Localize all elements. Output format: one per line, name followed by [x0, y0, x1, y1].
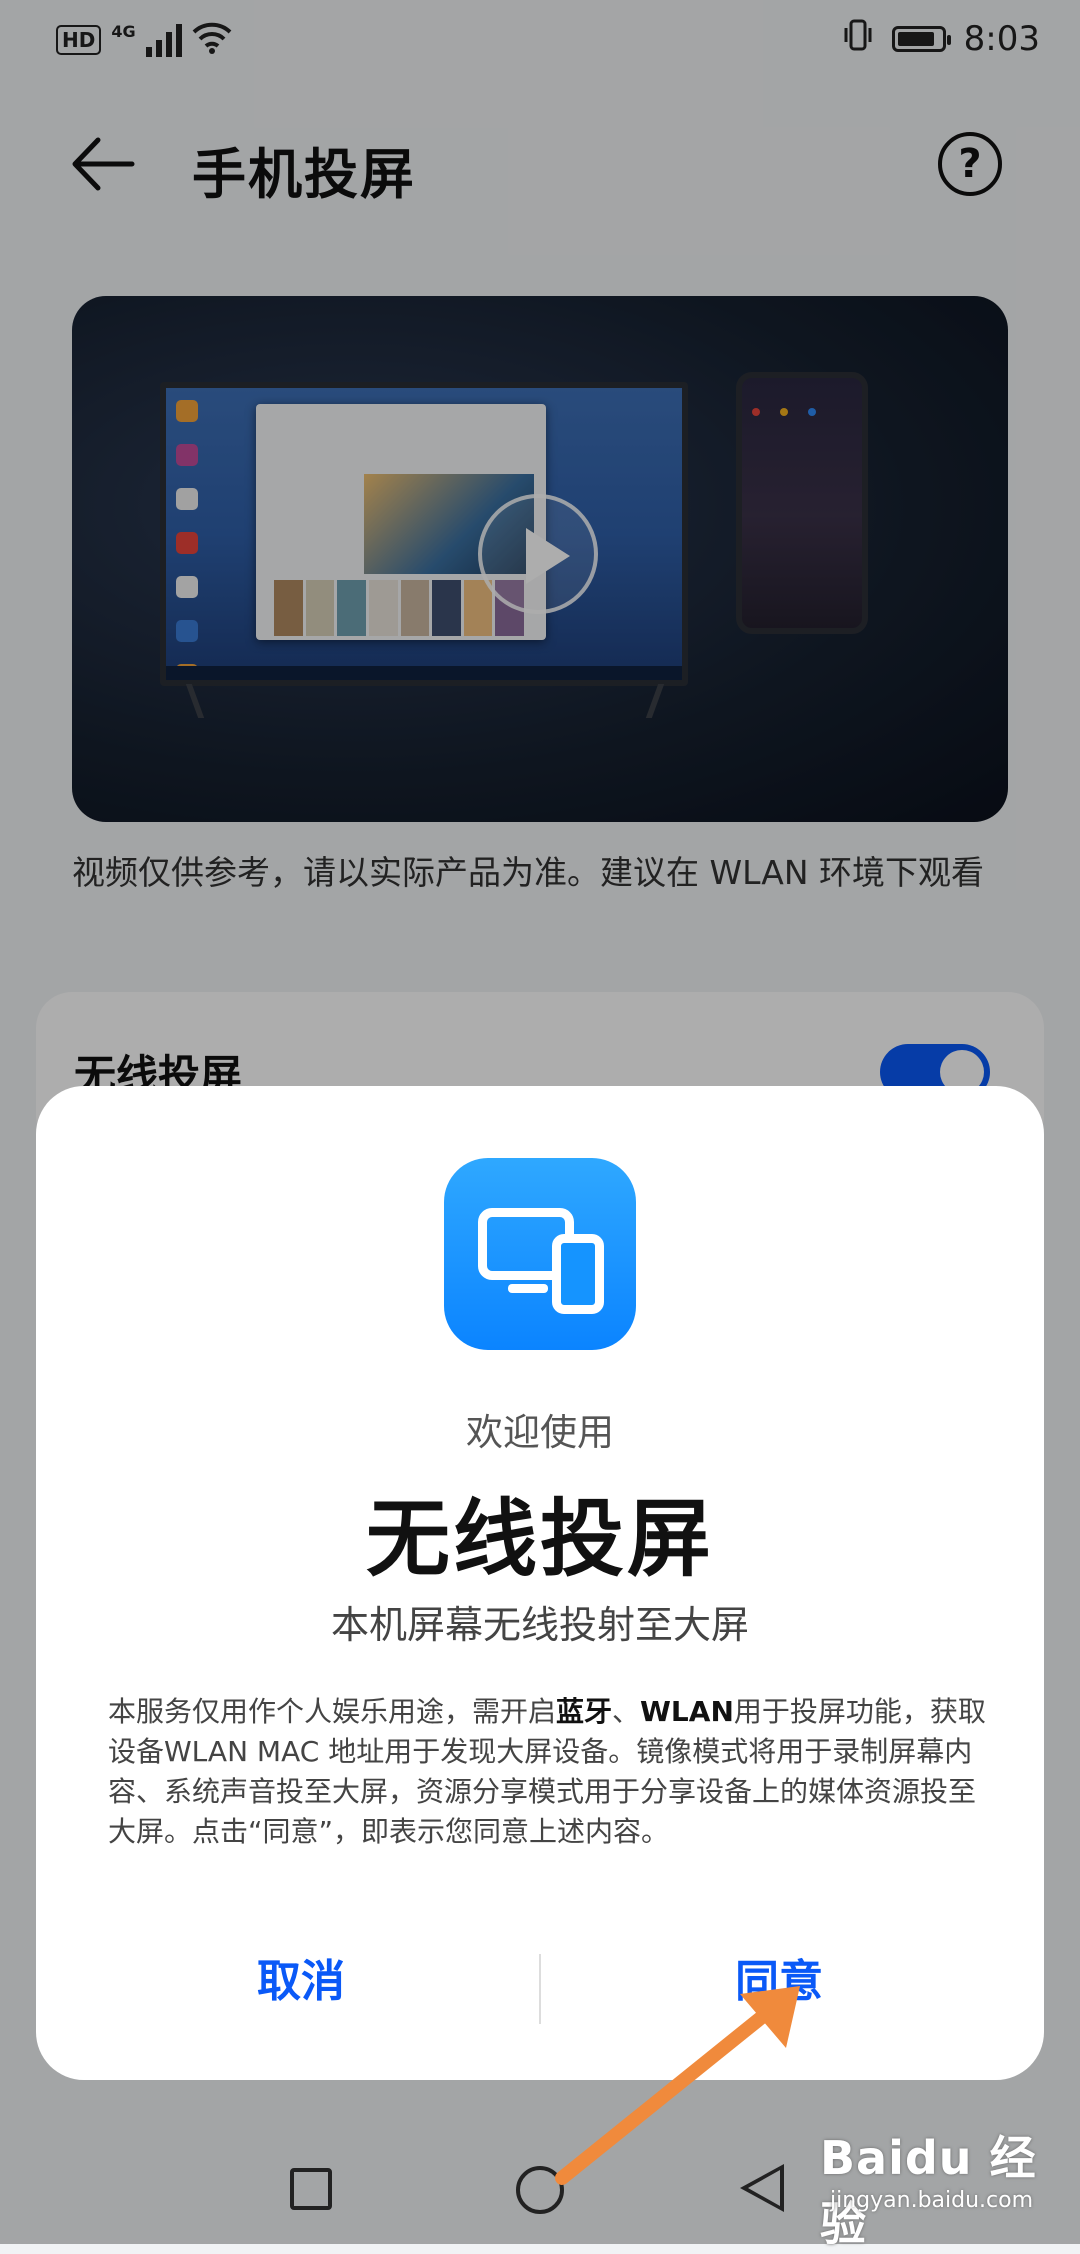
- button-divider: [539, 1954, 541, 2024]
- screen-projection-app-icon: [444, 1158, 636, 1350]
- welcome-dialog: 欢迎使用 无线投屏 本机屏幕无线投射至大屏 本服务仅用作个人娱乐用途，需开启蓝牙…: [36, 1086, 1044, 2080]
- agree-button[interactable]: 同意: [544, 1932, 1014, 2032]
- cancel-button[interactable]: 取消: [66, 1932, 536, 2032]
- dialog-subtitle: 本机屏幕无线投射至大屏: [330, 1603, 749, 1647]
- baidu-watermark: Baidu 经验 jingyan.baidu.com: [820, 2118, 1050, 2251]
- dialog-welcome: 欢迎使用: [466, 1411, 614, 1454]
- dialog-title: 无线投屏: [365, 1490, 714, 1588]
- body-text-1: 本服务仅用作个人娱乐用途，需开启: [108, 1695, 557, 1728]
- screen: HD 4G 8:03 手机投屏 ? 视频仅供参考，请以实际产品为准。建议在 WL…: [0, 0, 1080, 2251]
- dialog-actions: 取消 同意: [36, 1932, 1044, 2032]
- body-bold-wlan: WLAN: [640, 1695, 734, 1728]
- watermark-url: jingyan.baidu.com: [830, 2188, 1034, 2213]
- body-bold-bluetooth: 蓝牙: [556, 1695, 613, 1728]
- body-text-2: 、: [612, 1695, 641, 1728]
- dialog-body: 本服务仅用作个人娱乐用途，需开启蓝牙、WLAN用于投屏功能，获取设备WLAN M…: [108, 1692, 988, 1852]
